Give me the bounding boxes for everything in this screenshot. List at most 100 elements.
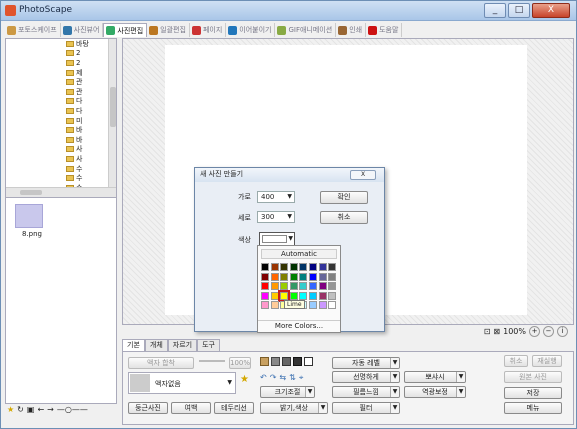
color-swatch[interactable] — [308, 272, 317, 281]
color-picker-button[interactable]: ▼ — [259, 232, 295, 246]
frame-merge-button[interactable]: 액자 합착 — [128, 357, 194, 369]
favorite-star-icon[interactable]: ★ — [240, 374, 249, 385]
original-photo-button[interactable]: 원본 사진 — [504, 371, 562, 383]
chevron-down-icon[interactable]: ▼ — [390, 358, 399, 368]
color-swatch[interactable] — [328, 301, 337, 310]
menu-button[interactable]: 메뉴 — [504, 402, 562, 414]
tree-item[interactable]: 2 — [66, 58, 108, 68]
straighten-icon[interactable]: ⌖ — [299, 373, 304, 383]
tab-2[interactable]: 사진편집 — [103, 23, 148, 37]
color-swatch[interactable] — [308, 282, 317, 291]
chevron-down-icon[interactable]: ▼ — [390, 403, 399, 413]
save-button[interactable]: 저장 — [504, 387, 562, 399]
chevron-down-icon[interactable]: ▼ — [456, 387, 465, 397]
tab-8[interactable]: 도움말 — [366, 23, 403, 37]
tone-icon[interactable] — [260, 357, 269, 366]
redo-button[interactable]: 재실행 — [532, 355, 562, 367]
filter-button[interactable]: 필터 ▼ — [332, 402, 400, 414]
soften-button[interactable]: 뽀샤시 ▼ — [404, 371, 466, 383]
tab-basic[interactable]: 기본 — [122, 339, 145, 351]
color-swatch[interactable] — [261, 272, 269, 281]
undo-button[interactable]: 취소 — [504, 355, 528, 367]
back-icon[interactable]: ← — [37, 405, 44, 414]
automatic-color-button[interactable]: Automatic — [261, 249, 337, 259]
color-swatch[interactable] — [328, 282, 337, 291]
chevron-down-icon[interactable]: ▼ — [456, 372, 465, 382]
chevron-down-icon[interactable]: ▼ — [305, 387, 314, 397]
color-swatch[interactable] — [278, 289, 291, 302]
color-swatch[interactable] — [308, 301, 317, 310]
backlight-correction-button[interactable]: 역광보정 ▼ — [404, 386, 466, 398]
close-button[interactable]: X — [532, 3, 570, 18]
color-swatch[interactable] — [318, 272, 327, 281]
color-swatch[interactable] — [270, 282, 279, 291]
color-swatch[interactable] — [299, 272, 308, 281]
color-swatch[interactable] — [280, 272, 289, 281]
chevron-down-icon[interactable]: ▼ — [318, 403, 327, 413]
color-swatch[interactable] — [308, 263, 317, 271]
tab-3[interactable]: 일괄편집 — [147, 23, 190, 37]
tree-item[interactable]: 제 — [66, 68, 108, 78]
color-swatch[interactable] — [328, 263, 337, 271]
tab-1[interactable]: 사진뷰어 — [61, 23, 104, 37]
color-swatch[interactable] — [328, 272, 337, 281]
chevron-down-icon[interactable]: ▼ — [390, 372, 399, 382]
size-slider[interactable]: —○—— — [57, 405, 88, 414]
fit-icon[interactable]: ⊡ — [484, 327, 491, 336]
width-select[interactable]: 400 ▼ — [257, 191, 295, 203]
color-swatch[interactable] — [318, 291, 327, 300]
auto-level-button[interactable]: 자동 레벨 ▼ — [332, 357, 400, 369]
sharpen-button[interactable]: 선명하게 ▼ — [332, 371, 400, 383]
tab-crop[interactable]: 자르기 — [167, 339, 198, 351]
brightness-color-button[interactable]: 밝기,색상 ▼ — [260, 402, 328, 414]
tree-horizontal-scrollbar[interactable] — [6, 187, 116, 197]
chevron-down-icon[interactable]: ▼ — [390, 387, 399, 397]
frame-slider[interactable] — [199, 360, 225, 362]
more-colors-button[interactable]: More Colors... — [258, 320, 340, 330]
height-select[interactable]: 300 ▼ — [257, 211, 295, 223]
color-swatch[interactable] — [261, 291, 269, 300]
star-icon[interactable]: ★ — [7, 405, 14, 414]
tone-icon[interactable] — [271, 357, 280, 366]
rotate-icon[interactable]: ↻ — [17, 405, 24, 414]
tree-item[interactable]: 바탕 — [66, 39, 108, 49]
color-swatch[interactable] — [289, 272, 298, 281]
film-effect-button[interactable]: 필름느낌 ▼ — [332, 386, 400, 398]
zoom-in-icon[interactable]: + — [529, 326, 540, 337]
rotate-right-icon[interactable]: ↷ — [270, 373, 277, 383]
ok-button[interactable]: 확인 — [320, 191, 368, 204]
zoom-fit-icon[interactable]: ⊠ — [493, 327, 500, 336]
color-swatch[interactable] — [318, 282, 327, 291]
color-swatch[interactable] — [318, 301, 327, 310]
color-swatch[interactable] — [261, 263, 269, 271]
folder-icon[interactable]: ▣ — [27, 405, 35, 414]
color-swatch[interactable] — [270, 291, 279, 300]
tab-7[interactable]: 인쇄 — [336, 23, 367, 37]
rotate-left-icon[interactable]: ↶ — [260, 373, 267, 383]
resize-button[interactable]: 크기조절 ▼ — [260, 386, 315, 398]
zoom-out-icon[interactable]: − — [543, 326, 554, 337]
tree-vertical-scrollbar[interactable] — [108, 39, 116, 187]
forward-icon[interactable]: → — [47, 405, 54, 414]
tree-item[interactable]: 수 — [66, 173, 108, 183]
tree-item[interactable]: 바 — [66, 125, 108, 135]
dialog-close-button[interactable]: X — [350, 170, 376, 180]
tree-item[interactable]: 사 — [66, 145, 108, 155]
tree-item[interactable]: 사 — [66, 154, 108, 164]
tree-item[interactable]: 2 — [66, 49, 108, 59]
margin-button[interactable]: 여백 — [171, 402, 211, 414]
tone-icon[interactable] — [293, 357, 302, 366]
tree-item[interactable]: 다 — [66, 97, 108, 107]
color-swatch[interactable] — [280, 263, 289, 271]
color-swatch[interactable] — [270, 263, 279, 271]
tree-item[interactable]: 관 — [66, 87, 108, 97]
mirror-icon[interactable]: ⇅ — [289, 373, 296, 383]
color-swatch[interactable] — [299, 282, 308, 291]
color-swatch[interactable] — [289, 263, 298, 271]
cancel-button[interactable]: 취소 — [320, 211, 368, 224]
tree-item[interactable]: 다 — [66, 106, 108, 116]
tab-tools[interactable]: 도구 — [197, 339, 220, 351]
color-swatch[interactable] — [280, 282, 289, 291]
frame-percent[interactable]: 100% — [229, 357, 251, 369]
tree-item[interactable]: 관 — [66, 77, 108, 87]
